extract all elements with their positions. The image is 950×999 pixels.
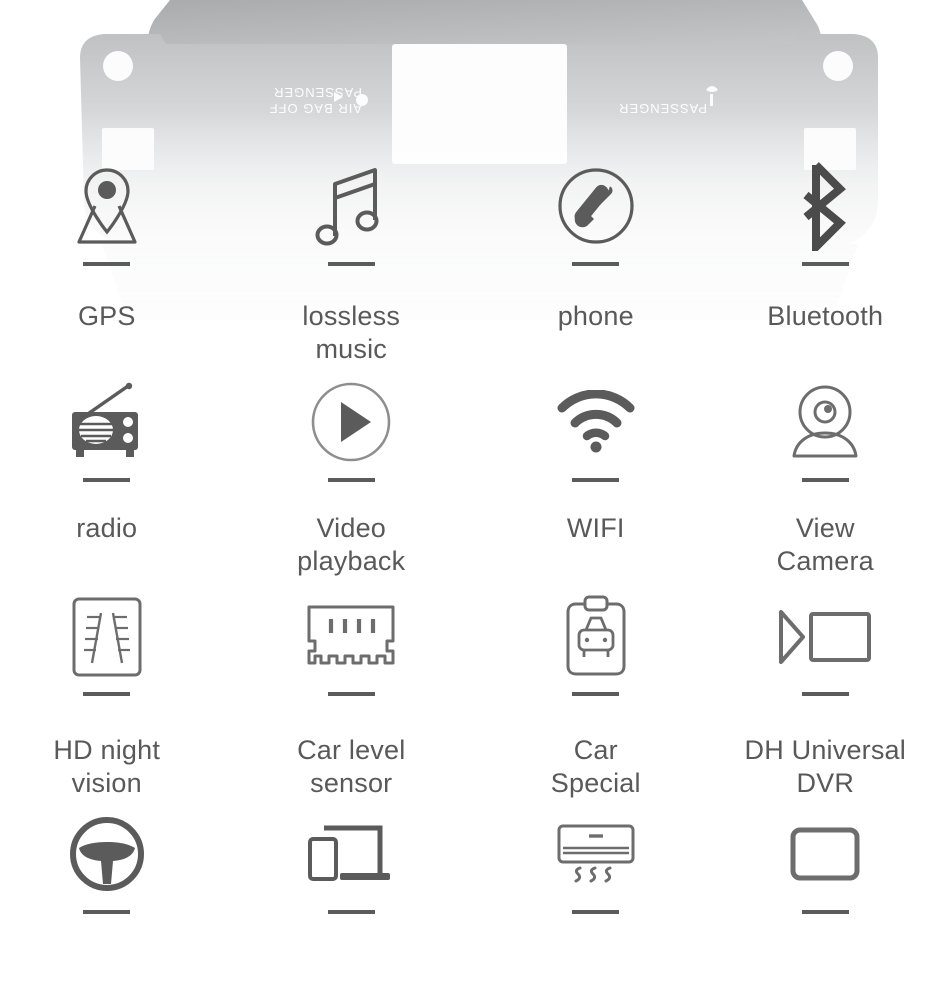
item-divider (572, 692, 620, 696)
night-vision-road-icon (68, 584, 146, 690)
map-pin-icon (67, 152, 147, 260)
feature-label: Bluetooth (767, 301, 884, 331)
feature-item-lossless-music[interactable]: lossless music (233, 152, 471, 368)
product-feature-grid-page: AIR BAG OFF PASSENGER PASSENGER GPS loss… (0, 0, 950, 999)
video-camera-icon (775, 584, 875, 690)
item-divider (83, 910, 131, 914)
item-divider (801, 692, 849, 696)
feature-item-bluetooth[interactable]: Bluetooth (707, 152, 945, 368)
feature-item-wifi[interactable]: WIFI (477, 368, 715, 584)
item-divider (572, 478, 620, 482)
item-divider (572, 262, 620, 266)
feature-item-phone[interactable]: phone (477, 152, 715, 368)
phone-circle-icon (553, 152, 639, 260)
item-divider (801, 262, 849, 266)
feature-icon-grid: GPS lossless music phone Bluetooth radio… (0, 152, 950, 999)
item-divider (83, 262, 131, 266)
feature-label: HD night vision (53, 735, 161, 798)
clipboard-car-icon (560, 584, 632, 690)
feature-label: DH Universal DVR (744, 735, 906, 798)
feature-item-gps[interactable]: GPS (0, 152, 226, 368)
feature-item-phone-laptop-mirror[interactable] (233, 800, 471, 999)
display-screen-icon (790, 800, 860, 908)
item-divider (801, 910, 849, 914)
feature-item-steering-wheel[interactable] (0, 800, 226, 999)
feature-label: lossless music (302, 301, 401, 364)
feature-item-display-screen[interactable] (707, 800, 945, 999)
wifi-icon (556, 368, 636, 476)
svg-text:PASSENGER: PASSENGER (618, 101, 707, 116)
item-divider (327, 692, 375, 696)
item-divider (83, 692, 131, 696)
feature-item-hd-night-vision[interactable]: HD night vision (0, 584, 226, 800)
feature-item-radio[interactable]: radio (0, 368, 226, 584)
feature-label: Video playback (297, 513, 406, 576)
music-note-icon (313, 152, 389, 260)
feature-label: Car level sensor (297, 735, 406, 798)
item-divider (327, 910, 375, 914)
item-divider (572, 910, 620, 914)
item-divider (327, 478, 375, 482)
feature-label: Car Special (550, 735, 641, 798)
item-divider (327, 262, 375, 266)
feature-label: WIFI (566, 513, 625, 543)
feature-item-car-level-sensor[interactable]: Car level sensor (233, 584, 471, 800)
feature-item-video-playback[interactable]: Video playback (233, 368, 471, 584)
memory-chip-icon (303, 584, 399, 690)
item-divider (83, 478, 131, 482)
svg-text:AIR BAG OFF: AIR BAG OFF (269, 101, 362, 116)
feature-label: phone (557, 301, 634, 331)
feature-label: View Camera (776, 513, 874, 576)
feature-item-view-camera[interactable]: View Camera (707, 368, 945, 584)
bluetooth-icon (794, 152, 856, 260)
radio-icon (64, 368, 150, 476)
steering-wheel-icon (69, 800, 145, 908)
svg-text:PASSENGER: PASSENGER (273, 85, 362, 100)
feature-item-dh-universal-dvr[interactable]: DH Universal DVR (707, 584, 945, 800)
feature-label: GPS (77, 301, 136, 331)
air-conditioner-icon (555, 800, 637, 908)
play-circle-icon (309, 368, 393, 476)
item-divider (801, 478, 849, 482)
feature-item-car-special[interactable]: Car Special (477, 584, 715, 800)
phone-laptop-icon (308, 800, 394, 908)
feature-item-air-conditioner[interactable] (477, 800, 715, 999)
feature-label: radio (76, 513, 138, 543)
webcam-icon (782, 368, 868, 476)
